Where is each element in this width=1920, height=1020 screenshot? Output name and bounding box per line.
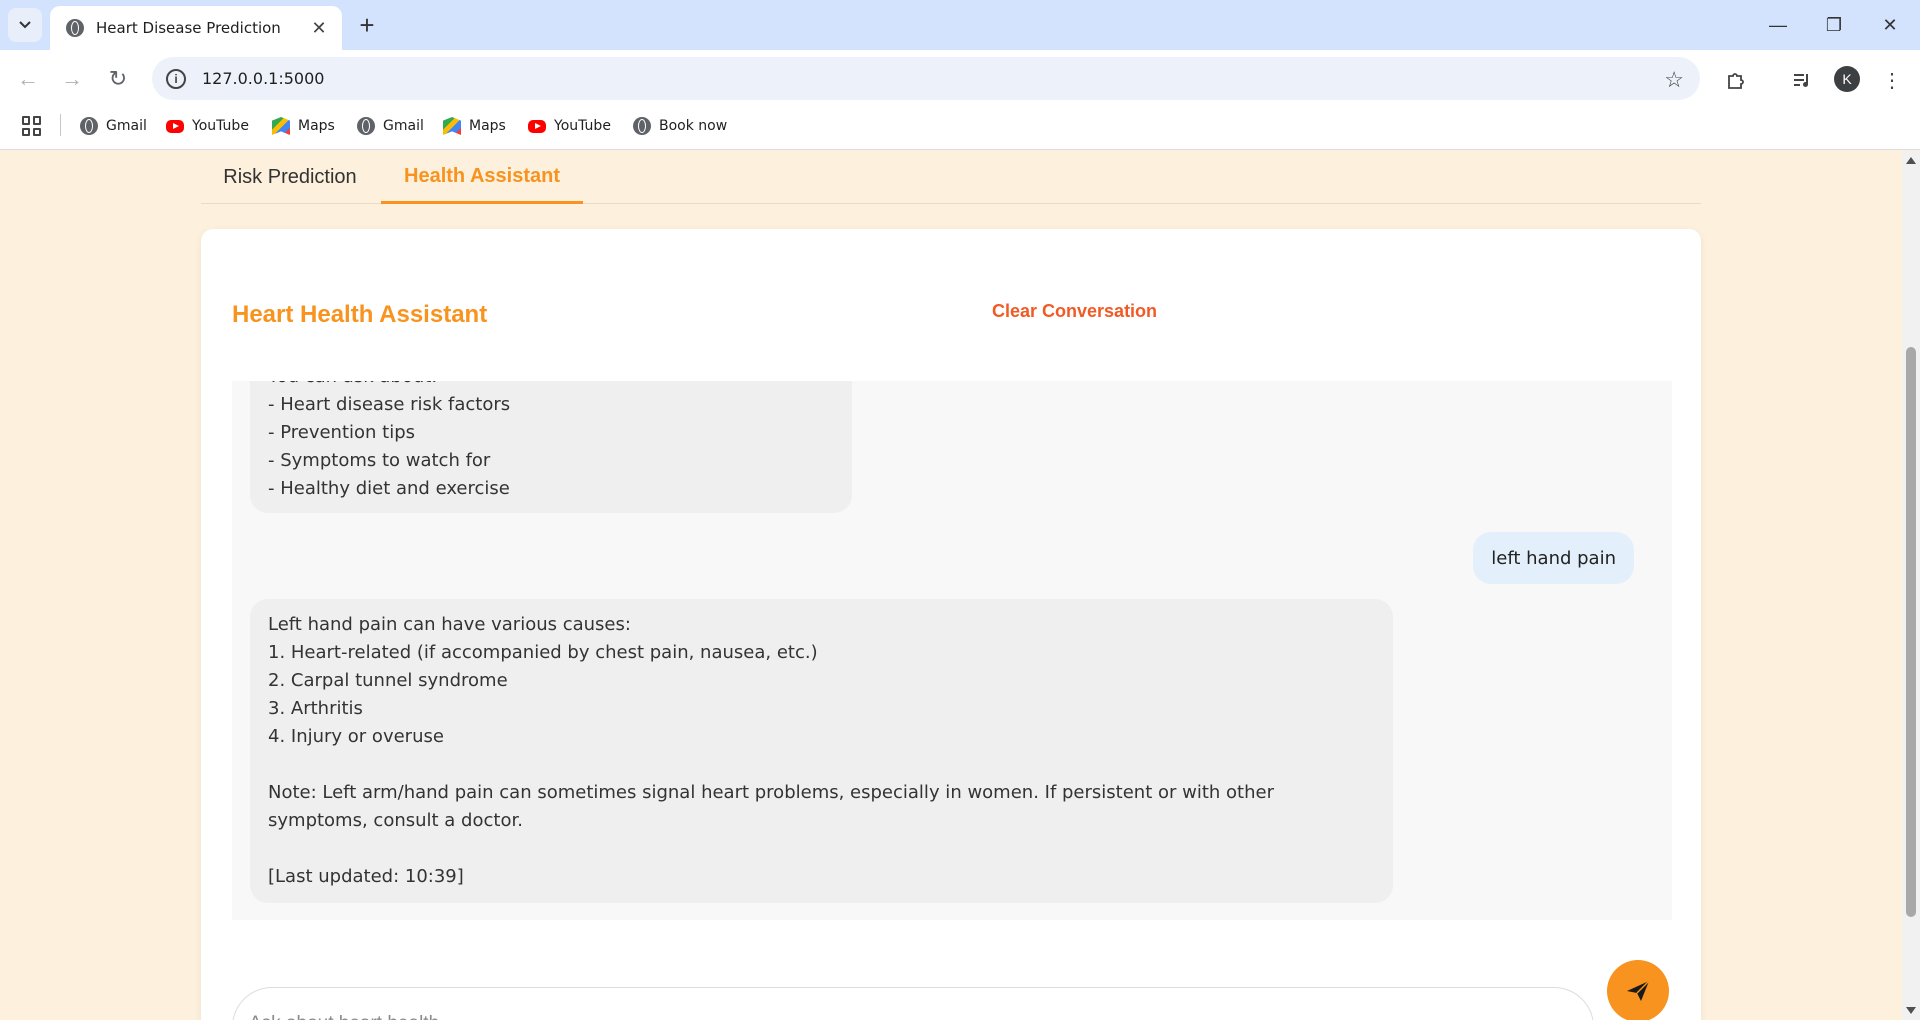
bookmark-label: Maps [298, 118, 335, 134]
message-line: 1. Heart-related (if accompanied by ches… [268, 642, 818, 663]
bookmarks-separator [60, 114, 61, 136]
bookmark-label: Gmail [106, 118, 147, 134]
assistant-card: Heart Health Assistant Clear Conversatio… [201, 229, 1701, 1020]
back-arrow-icon[interactable]: ← [10, 62, 46, 96]
apps-grid-icon[interactable] [22, 116, 42, 136]
bookmark-label: Book now [659, 118, 728, 134]
message-line: Left hand pain can have various causes: [268, 614, 631, 635]
message-line: 2. Carpal tunnel syndrome [268, 670, 508, 691]
tab-close-icon[interactable]: ✕ [308, 17, 330, 39]
message-line: You can ask about: [268, 381, 834, 391]
bookmark-star-icon[interactable]: ☆ [1664, 67, 1684, 93]
globe-icon [357, 117, 375, 135]
bookmark-gmail[interactable]: Gmail [80, 113, 147, 139]
send-icon [1627, 980, 1650, 1001]
globe-icon [633, 117, 651, 135]
message-line: - Symptoms to watch for [268, 450, 491, 471]
scroll-down-arrow-icon[interactable] [1906, 1007, 1916, 1014]
url-text: 127.0.0.1:5000 [202, 69, 325, 88]
bookmark-book-now[interactable]: Book now [633, 113, 727, 139]
bookmark-youtube[interactable]: YouTube [166, 113, 249, 139]
media-controls-icon[interactable] [1788, 66, 1816, 94]
reload-icon[interactable]: ↻ [100, 62, 136, 96]
bookmark-maps-2[interactable]: Maps [443, 113, 506, 139]
minimize-icon[interactable]: — [1750, 0, 1806, 50]
new-tab-button[interactable]: + [352, 10, 382, 40]
message-line: 3. Arthritis [268, 698, 363, 719]
clear-conversation-button[interactable]: Clear Conversation [992, 301, 1157, 322]
bookmark-label: Maps [469, 118, 506, 134]
maps-icon [272, 117, 290, 135]
bookmark-maps[interactable]: Maps [272, 113, 335, 139]
chat-input-container [232, 987, 1594, 1020]
message-line: - Healthy diet and exercise [268, 478, 510, 499]
message-line: - Prevention tips [268, 422, 416, 443]
assistant-message: Left hand pain can have various causes: … [250, 599, 1393, 903]
browser-tab-strip: Heart Disease Prediction ✕ + — ❐ ✕ [0, 0, 1920, 50]
profile-avatar[interactable]: K [1834, 66, 1860, 92]
chat-input[interactable] [249, 1006, 1569, 1020]
extensions-icon[interactable] [1722, 66, 1750, 94]
restore-icon[interactable]: ❐ [1806, 0, 1862, 50]
bookmark-youtube-2[interactable]: YouTube [528, 113, 611, 139]
message-line: [Last updated: 10:39] [268, 866, 464, 887]
page-scrollbar-thumb[interactable] [1906, 347, 1916, 917]
tab-risk-prediction[interactable]: Risk Prediction [201, 151, 379, 204]
assistant-message: You can ask about: - Heart disease risk … [250, 381, 852, 513]
address-bar[interactable]: i 127.0.0.1:5000 ☆ [152, 57, 1700, 100]
globe-icon [80, 117, 98, 135]
bookmark-label: YouTube [554, 118, 611, 134]
scroll-up-arrow-icon[interactable] [1906, 157, 1916, 164]
youtube-icon [528, 119, 546, 133]
maps-icon [443, 117, 461, 135]
chat-messages[interactable]: You can ask about: - Heart disease risk … [232, 381, 1672, 920]
message-line: - Heart disease risk factors [268, 394, 511, 415]
assistant-title: Heart Health Assistant [232, 301, 488, 328]
close-window-icon[interactable]: ✕ [1862, 0, 1918, 50]
globe-icon [66, 19, 84, 37]
bookmark-label: Gmail [383, 118, 424, 134]
tab-title: Heart Disease Prediction [96, 19, 281, 37]
more-menu-icon[interactable]: ⋮ [1878, 66, 1906, 94]
youtube-icon [166, 119, 184, 133]
page-scrollbar[interactable] [1902, 151, 1920, 1020]
chevron-down-icon [19, 21, 31, 29]
send-button[interactable] [1607, 960, 1669, 1020]
forward-arrow-icon[interactable]: → [54, 62, 90, 96]
site-info-icon[interactable]: i [166, 68, 186, 89]
message-line: Note: Left arm/hand pain can sometimes s… [268, 782, 1274, 831]
bookmark-gmail-2[interactable]: Gmail [357, 113, 424, 139]
tab-health-assistant[interactable]: Health Assistant [381, 151, 583, 204]
tab-search-button[interactable] [8, 8, 42, 42]
bookmark-label: YouTube [192, 118, 249, 134]
app-tab-bar: Risk Prediction Health Assistant [201, 151, 1701, 204]
browser-tab-active[interactable]: Heart Disease Prediction ✕ [50, 6, 342, 50]
page-content: Risk Prediction Health Assistant Heart H… [0, 151, 1900, 1020]
message-line: 4. Injury or overuse [268, 726, 444, 747]
user-message: left hand pain [1473, 532, 1634, 584]
